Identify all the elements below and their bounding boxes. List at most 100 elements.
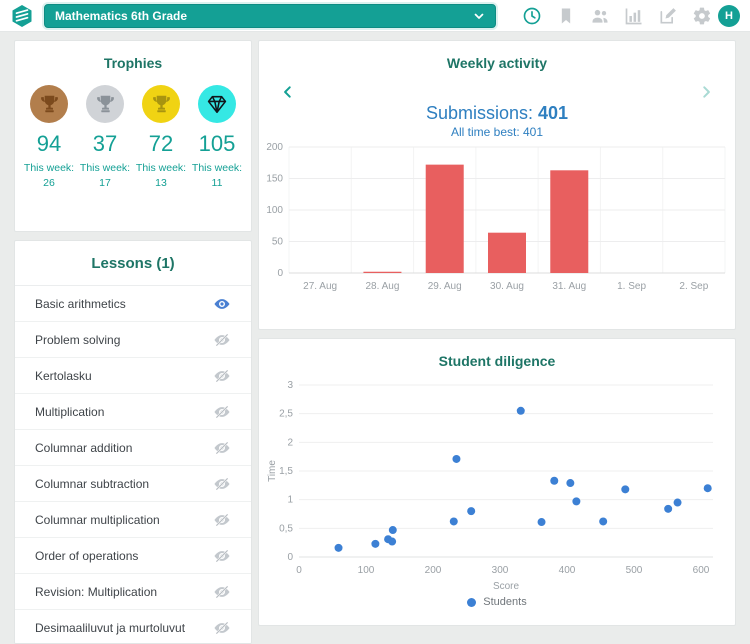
weekly-activity-title: Weekly activity: [446, 55, 548, 71]
trophy-grid: 94 This week: 26 37 This week: 17 72 This week:…: [15, 85, 251, 190]
scatter-point[interactable]: [449, 517, 458, 526]
bar[interactable]: [488, 232, 526, 273]
lesson-visibility-toggle[interactable]: [213, 439, 231, 457]
lesson-name: Basic arithmetics: [35, 296, 126, 311]
lesson-visibility-toggle[interactable]: [213, 511, 231, 529]
scatter-point[interactable]: [388, 526, 397, 535]
scatter-point[interactable]: [566, 479, 575, 488]
eye-hidden-icon[interactable]: [213, 367, 231, 385]
lesson-name: Columnar addition: [35, 440, 133, 455]
trophies-title: Trophies: [103, 55, 163, 71]
chart-legend: Students: [259, 596, 735, 608]
trophy-item-diamond-trophy: 105 This week: 11: [189, 85, 245, 190]
eye-hidden-icon[interactable]: [213, 547, 231, 565]
lesson-visibility-toggle[interactable]: [213, 331, 231, 349]
next-week-arrow-icon[interactable]: [699, 85, 713, 99]
lesson-visibility-toggle[interactable]: [213, 583, 231, 601]
tick-label: 1,5: [279, 466, 293, 477]
app-logo-icon[interactable]: [10, 4, 34, 28]
bar[interactable]: [550, 170, 589, 273]
edit-icon[interactable]: [658, 6, 678, 26]
lesson-row[interactable]: Desimaaliluvut ja murtoluvut: [15, 610, 251, 643]
eye-visible-icon[interactable]: [213, 295, 231, 313]
scatter-point[interactable]: [467, 507, 476, 516]
scatter-point[interactable]: [664, 504, 673, 513]
submissions-value: 401: [538, 103, 569, 123]
scatter-point[interactable]: [334, 543, 343, 552]
scatter-point[interactable]: [550, 476, 559, 485]
eye-hidden-icon[interactable]: [213, 583, 231, 601]
chevron-down-icon: [474, 13, 484, 19]
lesson-row[interactable]: Columnar subtraction: [15, 466, 251, 502]
tick-label: 0: [296, 565, 302, 576]
diamond-icon: [207, 95, 227, 114]
eye-hidden-icon[interactable]: [213, 403, 231, 421]
lesson-row[interactable]: Order of operations: [15, 538, 251, 574]
silver-trophy-icon: [86, 85, 124, 123]
trophy-week-count: This week: 17: [79, 162, 131, 189]
lesson-row[interactable]: Basic arithmetics: [15, 286, 251, 322]
scatter-point[interactable]: [572, 497, 581, 506]
class-selector-value: Mathematics 6th Grade: [55, 8, 188, 23]
topbar-icon-group: [522, 6, 712, 26]
class-selector[interactable]: Mathematics 6th Grade: [44, 3, 496, 28]
lesson-name: Problem solving: [35, 332, 121, 347]
scatter-point[interactable]: [516, 406, 525, 415]
lesson-row[interactable]: Columnar multiplication: [15, 502, 251, 538]
trophy-count: 105: [198, 131, 236, 156]
bar[interactable]: [363, 271, 402, 273]
bookmark-icon[interactable]: [556, 6, 576, 26]
lesson-visibility-toggle[interactable]: [213, 547, 231, 565]
submissions-label: Submissions:: [425, 103, 533, 123]
lesson-visibility-toggle[interactable]: [213, 619, 231, 637]
tick-label: 200: [425, 565, 442, 576]
trophy-icon: [40, 95, 58, 112]
scatter-point[interactable]: [703, 484, 712, 493]
lesson-visibility-toggle[interactable]: [213, 295, 231, 313]
avatar[interactable]: H: [718, 4, 740, 27]
scatter-point[interactable]: [371, 539, 380, 548]
tick-label: 50: [272, 237, 284, 248]
tick-label: 30. Aug: [490, 281, 524, 292]
lesson-row[interactable]: Columnar addition: [15, 430, 251, 466]
tick-label: 100: [358, 565, 375, 576]
scatter-point[interactable]: [452, 454, 461, 463]
lesson-row[interactable]: Revision: Multiplication: [15, 574, 251, 610]
tick-label: 1: [287, 495, 293, 506]
previous-week-arrow-icon[interactable]: [281, 85, 295, 99]
tick-label: 500: [626, 565, 643, 576]
scatter-point[interactable]: [388, 537, 397, 546]
eye-hidden-icon[interactable]: [213, 439, 231, 457]
eye-hidden-icon[interactable]: [213, 475, 231, 493]
lesson-name: Columnar multiplication: [35, 512, 160, 527]
eye-hidden-icon[interactable]: [213, 511, 231, 529]
scatter-point[interactable]: [537, 518, 546, 527]
lesson-visibility-toggle[interactable]: [213, 403, 231, 421]
tick-label: 1. Sep: [617, 281, 646, 292]
student-diligence-panel: Student diligence 0 0,5 1 1,5 2 2,5 3 0 100 200 30…: [258, 338, 736, 626]
lesson-row[interactable]: Problem solving: [15, 322, 251, 358]
eye-hidden-icon[interactable]: [213, 331, 231, 349]
tick-label: 2. Sep: [679, 281, 708, 292]
tick-label: 2: [287, 437, 293, 448]
tick-label: 600: [693, 565, 710, 576]
bar-chart-icon[interactable]: [624, 6, 644, 26]
clock-icon[interactable]: [522, 6, 542, 26]
users-icon[interactable]: [590, 6, 610, 26]
lesson-name: Order of operations: [35, 548, 139, 563]
weekly-activity-bar-chart: 0 50 100 150 200 27. Aug 28. Aug 29. Aug 30. Aug…: [266, 142, 726, 292]
lesson-visibility-toggle[interactable]: [213, 367, 231, 385]
scatter-point[interactable]: [599, 517, 608, 526]
scatter-point[interactable]: [621, 485, 630, 494]
scatter-point[interactable]: [673, 498, 682, 507]
tick-label: 28. Aug: [365, 281, 399, 292]
lesson-name: Desimaaliluvut ja murtoluvut: [35, 620, 186, 635]
bar[interactable]: [425, 164, 464, 273]
lesson-visibility-toggle[interactable]: [213, 475, 231, 493]
weekly-activity-panel: Weekly activity Submissions: 401 All tim…: [258, 40, 736, 330]
gear-icon[interactable]: [692, 6, 712, 26]
lesson-row[interactable]: Kertolasku: [15, 358, 251, 394]
eye-hidden-icon[interactable]: [213, 619, 231, 637]
lesson-row[interactable]: Multiplication: [15, 394, 251, 430]
lesson-name: Revision: Multiplication: [35, 584, 158, 599]
